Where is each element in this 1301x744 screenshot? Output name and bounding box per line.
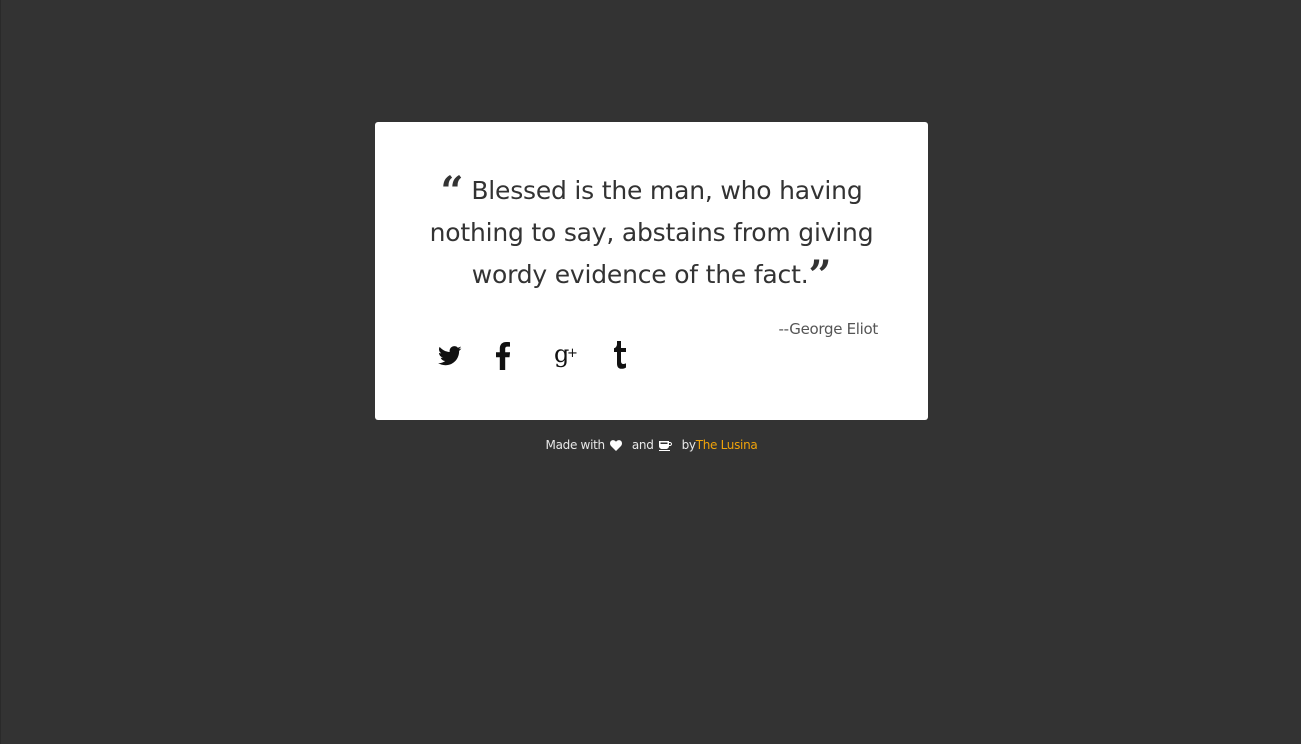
twitter-icon	[438, 346, 462, 366]
facebook-share-button[interactable]	[496, 338, 554, 374]
svg-text:+: +	[567, 346, 578, 361]
footer-and: and	[631, 438, 654, 452]
footer: Made with and byThe Lusina	[1, 438, 1301, 454]
author-link[interactable]: The Lusina	[696, 438, 758, 452]
coffee-icon	[659, 440, 673, 454]
quote-card: “Blessed is the man, who having nothing …	[375, 122, 928, 420]
tumblr-share-button[interactable]	[612, 338, 670, 374]
close-quote-icon: ”	[808, 252, 832, 299]
google-plus-icon: g +	[554, 341, 578, 368]
quote-author: --George Eliot	[778, 320, 879, 338]
quote-text: Blessed is the man, who having nothing t…	[429, 176, 874, 289]
footer-by: by	[681, 438, 696, 452]
quote-text-block: “Blessed is the man, who having nothing …	[415, 170, 888, 296]
page: “Blessed is the man, who having nothing …	[0, 0, 1301, 744]
footer-made-with: Made with	[545, 438, 606, 452]
tumblr-icon	[614, 341, 626, 369]
share-buttons: g +	[438, 338, 670, 374]
twitter-share-button[interactable]	[438, 338, 496, 374]
open-quote-icon: “	[440, 168, 464, 215]
facebook-icon	[496, 342, 510, 370]
google-plus-share-button[interactable]: g +	[554, 338, 612, 374]
heart-icon	[610, 440, 623, 454]
